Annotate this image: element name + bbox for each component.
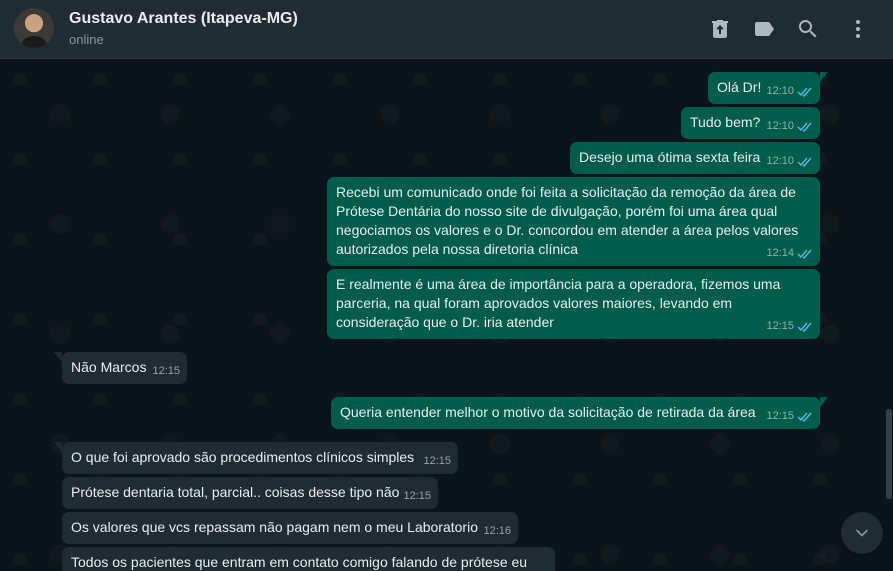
message-outgoing[interactable]: Desejo uma ótima sexta feira 12:10 xyxy=(570,142,820,174)
contact-status: online xyxy=(69,32,104,47)
message-time: 12:16 xyxy=(483,525,511,537)
read-ticks-icon xyxy=(797,412,812,422)
message-text: Recebi um comunicado onde foi feita a so… xyxy=(336,184,803,257)
label-icon[interactable] xyxy=(752,17,776,41)
message-time: 12:10 xyxy=(766,85,794,97)
message-text: Os valores que vcs repassam não pagam ne… xyxy=(71,519,478,535)
menu-icon[interactable] xyxy=(846,17,870,41)
message-time: 12:10 xyxy=(766,120,794,132)
message-time: 12:15 xyxy=(766,320,794,332)
search-icon[interactable] xyxy=(796,17,820,41)
message-time: 12:15 xyxy=(766,410,794,422)
chevron-down-icon xyxy=(856,529,868,537)
message-text: Desejo uma ótima sexta feira xyxy=(579,149,761,165)
message-text: Olá Dr! xyxy=(717,79,762,95)
message-time: 12:10 xyxy=(766,155,794,167)
message-text: Prótese dentaria total, parcial.. coisas… xyxy=(71,484,400,500)
message-incoming[interactable]: Não Marcos 12:15 xyxy=(54,352,187,384)
contact-name[interactable]: Gustavo Arantes (Itapeva-MG) xyxy=(69,10,298,28)
message-outgoing[interactable]: Tudo bem? 12:10 xyxy=(681,107,820,139)
message-time: 12:15 xyxy=(423,455,451,467)
contact-avatar[interactable] xyxy=(14,8,54,48)
scrollbar[interactable] xyxy=(886,409,892,499)
message-incoming[interactable]: Todos os pacientes que entram em contato… xyxy=(62,547,555,571)
message-time: 12:15 xyxy=(152,365,180,377)
read-ticks-icon xyxy=(797,122,812,132)
message-outgoing[interactable]: Queria entender melhor o motivo da solic… xyxy=(331,397,828,429)
read-ticks-icon xyxy=(797,87,812,97)
read-ticks-icon xyxy=(797,249,812,259)
message-text: Queria entender melhor o motivo da solic… xyxy=(340,404,756,420)
read-ticks-icon xyxy=(797,157,812,167)
message-incoming[interactable]: Os valores que vcs repassam não pagam ne… xyxy=(62,512,518,544)
message-text: Não Marcos xyxy=(71,359,147,375)
message-text: Todos os pacientes que entram em contato… xyxy=(71,554,528,570)
message-list[interactable]: Olá Dr! 12:10 Tudo bem? 12:10 Desejo uma… xyxy=(0,59,893,571)
read-ticks-icon xyxy=(797,322,812,332)
message-incoming[interactable]: Prótese dentaria total, parcial.. coisas… xyxy=(62,477,438,509)
message-outgoing[interactable]: Olá Dr! 12:10 xyxy=(708,72,828,104)
chat-header: Gustavo Arantes (Itapeva-MG) online xyxy=(0,0,893,59)
message-text: O que foi aprovado são procedimentos clí… xyxy=(71,449,415,465)
message-text: E realmente é uma área de importância pa… xyxy=(336,276,785,330)
message-outgoing[interactable]: Recebi um comunicado onde foi feita a so… xyxy=(327,177,820,266)
message-incoming[interactable]: O que foi aprovado são procedimentos clí… xyxy=(54,442,458,474)
scroll-to-bottom-button[interactable] xyxy=(841,512,883,554)
message-time: 12:15 xyxy=(403,490,431,502)
message-text: Tudo bem? xyxy=(690,114,761,130)
delete-icon[interactable] xyxy=(708,17,732,41)
message-time: 12:14 xyxy=(766,247,794,259)
message-outgoing[interactable]: E realmente é uma área de importância pa… xyxy=(327,269,820,339)
